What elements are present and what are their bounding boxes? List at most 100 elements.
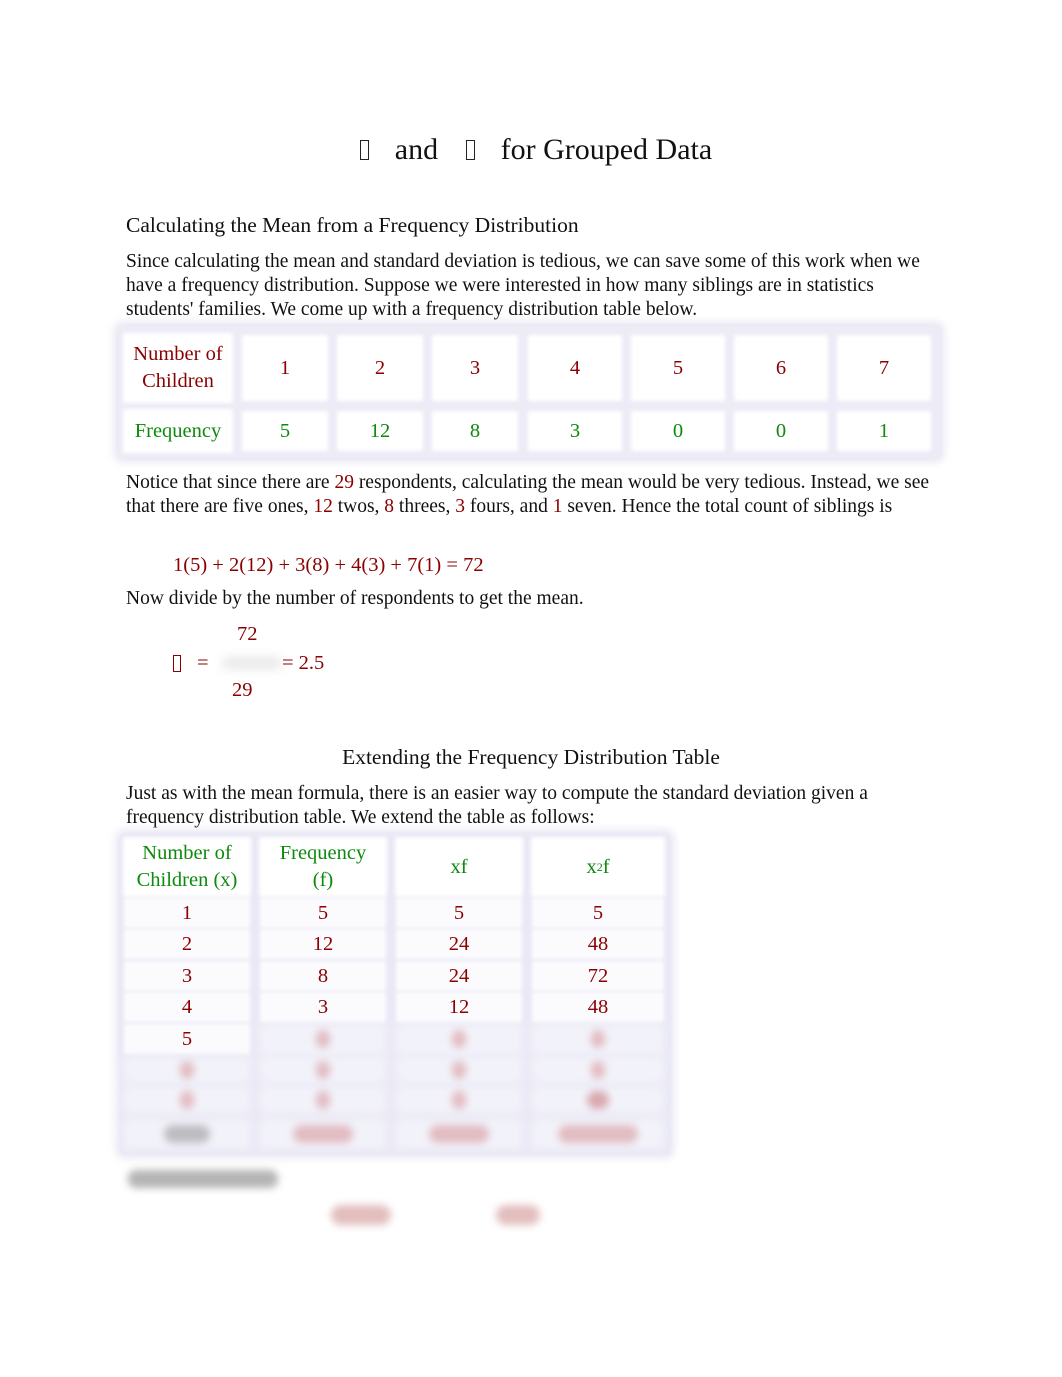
sum-formula: 1(5) + 2(12) + 3(8) + 4(3) + 7(1) = 72 <box>173 554 484 576</box>
fraction-equals: = <box>197 652 209 674</box>
section-heading-extending: Extending the Frequency Distribution Tab… <box>342 745 720 769</box>
children-cell: 1 <box>245 338 325 398</box>
table-cell: 1 <box>126 900 248 926</box>
blurred-content <box>180 1091 194 1109</box>
title-text: for Grouped Data <box>500 133 713 166</box>
blurred-formula <box>331 1205 391 1225</box>
blurred-cell <box>126 1121 248 1147</box>
header-children: Number of Children (x) <box>126 840 248 894</box>
table-cell: 12 <box>262 931 384 957</box>
table-cell: 3 <box>126 963 248 989</box>
text: Notice that since there are <box>126 472 335 493</box>
extending-paragraph: Just as with the mean formula, there is … <box>126 783 868 828</box>
blurred-cell <box>262 1059 384 1081</box>
blurred-content <box>587 1091 609 1109</box>
frequency-cell: 0 <box>634 414 722 448</box>
fraction-denominator: 29 <box>232 679 253 701</box>
blurred-content <box>452 1091 466 1109</box>
header-line: Number of <box>142 842 232 864</box>
table-cell: 8 <box>262 963 384 989</box>
blurred-content <box>429 1125 489 1143</box>
fraction-numerator: 72 <box>237 623 258 645</box>
header-x2f: x2f <box>534 840 662 894</box>
children-cell: 4 <box>531 338 619 398</box>
highlight-number: 29 <box>334 472 354 493</box>
blurred-content <box>164 1125 210 1143</box>
children-cell: 6 <box>737 338 825 398</box>
children-cell: 5 <box>634 338 722 398</box>
frequency-table: Number of Children Frequency 1 2 3 4 5 6… <box>118 326 940 458</box>
blurred-cell <box>534 1121 662 1147</box>
header-line: (f) <box>312 869 334 891</box>
table-cell: 48 <box>534 994 662 1020</box>
blurred-cell <box>126 1059 248 1081</box>
missing-glyph-icon <box>359 140 369 160</box>
divide-instruction: Now divide by the number of respondents … <box>126 588 584 609</box>
row-header-frequency: Frequency <box>126 412 230 450</box>
highlight-number: 8 <box>384 496 395 517</box>
blurred-cell <box>534 1089 662 1111</box>
blurred-content <box>316 1061 330 1079</box>
blurred-content <box>452 1061 466 1079</box>
blurred-cell <box>398 1089 520 1111</box>
highlight-number: 12 <box>313 496 333 517</box>
row-header-children: Number of Children <box>126 336 230 400</box>
intro-paragraph: Since calculating the mean and standard … <box>126 251 920 320</box>
blurred-content <box>558 1125 638 1143</box>
text: twos, <box>332 496 385 517</box>
table-cell: 72 <box>534 963 662 989</box>
table-cell: 2 <box>126 931 248 957</box>
header-line: Frequency <box>279 842 367 864</box>
blurred-content <box>180 1061 194 1079</box>
header-line: Children (x) <box>136 869 238 891</box>
blurred-content <box>452 1030 466 1048</box>
table-cell: 3 <box>262 994 384 1020</box>
blurred-cell <box>534 1059 662 1081</box>
text: fours, and <box>464 496 553 517</box>
fraction-bar <box>222 657 282 669</box>
frequency-cell: 0 <box>737 414 825 448</box>
table-cell <box>262 1026 384 1052</box>
table-cell: 5 <box>398 900 520 926</box>
table-cell <box>398 1026 520 1052</box>
table-cell: 24 <box>398 963 520 989</box>
mean-result: = 2.5 <box>282 652 325 674</box>
blurred-cell <box>262 1121 384 1147</box>
table-cell: 5 <box>126 1026 248 1052</box>
page-title: and for Grouped Data <box>126 133 936 167</box>
frequency-cell: 5 <box>245 414 325 448</box>
table-cell: 48 <box>534 931 662 957</box>
title-and: and <box>394 133 439 166</box>
children-cell: 2 <box>340 338 420 398</box>
blurred-content <box>591 1030 605 1048</box>
blurred-content <box>293 1125 353 1143</box>
highlight-number: 1 <box>552 496 563 517</box>
frequency-cell: 12 <box>340 414 420 448</box>
frequency-cell: 1 <box>840 414 928 448</box>
frequency-cell: 8 <box>435 414 515 448</box>
blurred-paragraph <box>128 1170 278 1188</box>
blurred-content <box>316 1030 330 1048</box>
missing-glyph-icon <box>465 140 475 160</box>
blurred-formula <box>496 1205 540 1225</box>
header-x: x <box>586 855 597 878</box>
blurred-cell <box>398 1121 520 1147</box>
table-cell: 4 <box>126 994 248 1020</box>
blurred-cell <box>262 1089 384 1111</box>
text: seven. Hence the total count of siblings… <box>562 496 893 517</box>
blurred-cell <box>398 1059 520 1081</box>
highlight-number: 3 <box>455 496 465 517</box>
notice-paragraph: Notice that since there are 29 responden… <box>126 471 938 519</box>
header-f: f <box>602 855 610 878</box>
text: threes, <box>394 496 456 517</box>
table-cell: 12 <box>398 994 520 1020</box>
header-xf: xf <box>398 840 520 894</box>
blurred-content <box>591 1061 605 1079</box>
children-cell: 3 <box>435 338 515 398</box>
extended-frequency-table: Number of Children (x) Frequency (f) xf … <box>120 834 670 1154</box>
blurred-content <box>316 1091 330 1109</box>
frequency-cell: 3 <box>531 414 619 448</box>
mean-symbol-icon <box>173 655 181 672</box>
section-heading-mean: Calculating the Mean from a Frequency Di… <box>126 213 579 237</box>
header-frequency: Frequency (f) <box>262 840 384 894</box>
